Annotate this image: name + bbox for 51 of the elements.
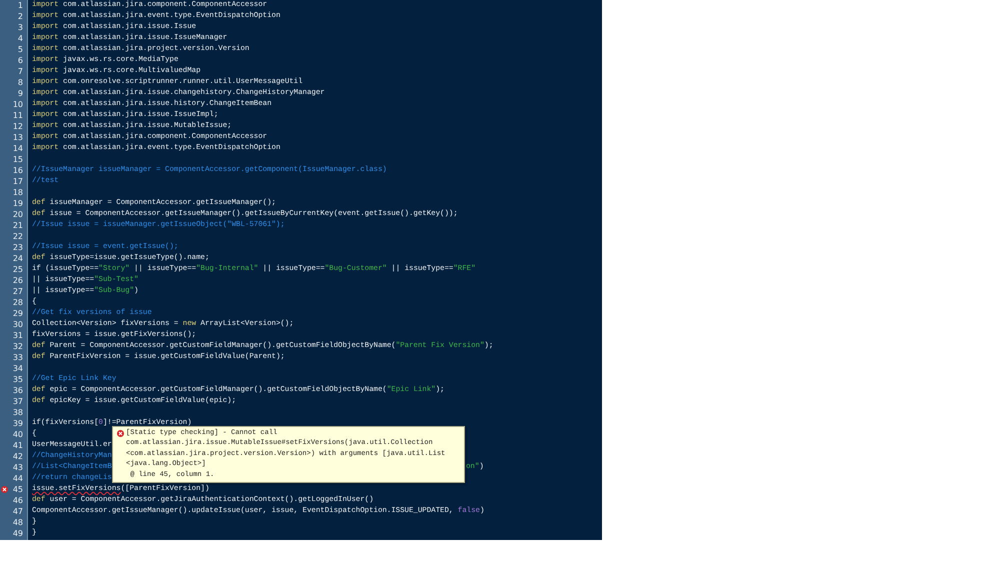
line-number: 27 <box>12 286 23 297</box>
line-number: 45 <box>12 484 23 495</box>
line-number: 6 <box>18 55 23 66</box>
code-editor[interactable] <box>0 0 602 540</box>
line-number: 41 <box>12 440 23 451</box>
line-number: 9 <box>18 88 23 99</box>
line-number: 24 <box>12 253 23 264</box>
line-number: 18 <box>12 187 23 198</box>
line-number: 21 <box>12 220 23 231</box>
line-number: 22 <box>12 231 23 242</box>
line-number: 30 <box>12 319 23 330</box>
line-number: 35 <box>12 374 23 385</box>
line-number: 43 <box>12 462 23 473</box>
line-number: 3 <box>18 22 23 33</box>
line-number: 12 <box>12 121 23 132</box>
line-number: 32 <box>12 341 23 352</box>
line-number: 14 <box>12 143 23 154</box>
line-number: 20 <box>12 209 23 220</box>
line-number: 36 <box>12 385 23 396</box>
line-number: 48 <box>12 517 23 528</box>
line-number: 1 <box>18 0 23 11</box>
line-number: 42 <box>12 451 23 462</box>
line-number: 13 <box>12 132 23 143</box>
line-number: 5 <box>18 44 23 55</box>
line-number: 44 <box>12 473 23 484</box>
line-number: 31 <box>12 330 23 341</box>
line-number: 47 <box>12 506 23 517</box>
line-number: 37 <box>12 396 23 407</box>
line-number: 4 <box>18 33 23 44</box>
line-number: 11 <box>12 110 23 121</box>
line-number: 40 <box>12 429 23 440</box>
line-number: 34 <box>12 363 23 374</box>
line-number: 8 <box>18 77 23 88</box>
line-number: 26 <box>12 275 23 286</box>
line-number: 10 <box>12 99 23 110</box>
line-number: 39 <box>12 418 23 429</box>
line-number: 46 <box>12 495 23 506</box>
line-number: 23 <box>12 242 23 253</box>
line-number: 33 <box>12 352 23 363</box>
line-number: 19 <box>12 198 23 209</box>
line-number: 7 <box>18 66 23 77</box>
line-number: 49 <box>12 528 23 539</box>
line-number: 29 <box>12 308 23 319</box>
line-number: 28 <box>12 297 23 308</box>
line-number: 16 <box>12 165 23 176</box>
line-number: 38 <box>12 407 23 418</box>
line-number: 17 <box>12 176 23 187</box>
line-number: 2 <box>18 11 23 22</box>
line-number: 25 <box>12 264 23 275</box>
error-icon <box>117 430 124 437</box>
line-number: 15 <box>12 154 23 165</box>
